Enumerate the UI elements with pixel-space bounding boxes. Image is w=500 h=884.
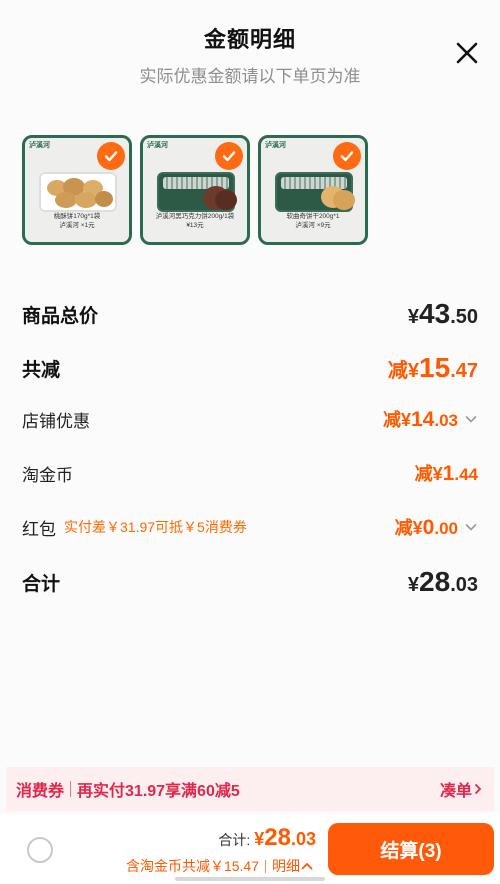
shop-discount-row[interactable]: 店铺优惠 减 ¥ 14 .03	[22, 406, 478, 432]
shop-discount-label: 店铺优惠	[22, 411, 90, 431]
taojinbi-amount: 减 ¥ 1 .44	[414, 462, 478, 485]
product-image	[275, 172, 355, 212]
checkout-bar: 合计: ¥ 28 .03 含淘金币共减￥15.47 明细 结算(3)	[0, 814, 500, 884]
product-brand: 泸溪河	[29, 142, 50, 149]
summary-divider	[265, 859, 266, 873]
product-brand: 泸溪河	[265, 142, 286, 149]
coupon-divider	[70, 781, 72, 797]
goods-total-amount: ¥ 43 .50	[407, 298, 478, 329]
total-reduce-amount: 减 ¥ 15 .47	[387, 352, 478, 383]
product-thumbnail[interactable]: 泸溪河 泸溪河黑巧克力饼200g/1袋 ¥13元	[140, 135, 250, 245]
hongbao-note: 实付差￥31.97可抵￥5消费券	[64, 519, 247, 535]
product-brand: 泸溪河	[147, 142, 168, 149]
hongbao-label-group: 红包 实付差￥31.97可抵￥5消费券	[22, 515, 247, 540]
product-image	[39, 172, 117, 212]
sum-row: 合计 ¥ 28 .03	[22, 566, 478, 598]
sheet-header: 金额明细 实际优惠金额请以下单页为准	[0, 22, 500, 87]
coupon-bar: 消费券 再实付31.97享满60减5 凑单	[6, 767, 494, 811]
hongbao-label: 红包	[22, 519, 56, 539]
sum-label: 合计	[22, 573, 61, 595]
check-icon	[340, 151, 354, 162]
home-indicator	[175, 877, 325, 881]
coudan-link[interactable]: 凑单	[440, 777, 484, 801]
discount-summary-text: 含淘金币共减￥15.47	[125, 858, 259, 874]
product-image	[157, 172, 237, 212]
detail-toggle[interactable]: 明细	[272, 856, 314, 876]
sheet-subtitle: 实际优惠金额请以下单页为准	[139, 67, 361, 86]
hongbao-row[interactable]: 红包 实付差￥31.97可抵￥5消费券 减 ¥ 0 .00	[22, 514, 478, 540]
goods-total-label: 商品总价	[22, 305, 99, 327]
product-thumbnail[interactable]: 泸溪河 桃酥饼170g*1袋 泸溪河 ×1元	[22, 135, 132, 245]
chevron-down-icon	[465, 416, 477, 423]
selected-check[interactable]	[333, 142, 361, 170]
total-label: 合计:	[218, 832, 251, 848]
total-reduce-label: 共减	[22, 359, 61, 381]
coudan-label: 凑单	[439, 783, 472, 800]
discount-summary: 含淘金币共减￥15.47 明细	[126, 856, 314, 876]
amount-detail-sheet: 金额明细 实际优惠金额请以下单页为准 泸溪河 桃酥饼170g*1袋 泸溪河 ×1…	[0, 0, 500, 884]
checkout-button[interactable]: 结算(3)	[328, 823, 494, 875]
taojinbi-label: 淘金币	[22, 465, 73, 485]
taojinbi-row: 淘金币 减 ¥ 1 .44	[22, 460, 478, 486]
detail-label: 明细	[272, 858, 300, 874]
shop-discount-amount: 减 ¥ 14 .03	[383, 406, 478, 432]
chevron-down-icon	[465, 524, 477, 531]
total-value: ¥ 28 .03	[254, 824, 316, 851]
product-thumbnails: 泸溪河 桃酥饼170g*1袋 泸溪河 ×1元 泸溪河 泸溪河黑巧克力饼200g/…	[22, 135, 368, 245]
goods-total-row: 商品总价 ¥ 43 .50	[22, 298, 478, 330]
chevron-right-icon	[475, 784, 482, 794]
product-caption: 泸溪河黑巧克力饼200g/1袋 ¥13元	[155, 213, 235, 229]
close-button[interactable]	[450, 36, 484, 70]
select-all-radio[interactable]	[27, 837, 53, 863]
product-caption: 桃酥饼170g*1袋 泸溪河 ×1元	[53, 213, 101, 229]
coupon-text: 再实付31.97享满60减5	[77, 783, 240, 800]
chevron-up-icon	[301, 862, 313, 870]
total-line: 合计: ¥ 28 .03	[218, 824, 316, 852]
total-reduce-row: 共减 减 ¥ 15 .47	[22, 352, 478, 384]
check-icon	[222, 151, 236, 162]
hongbao-amount: 减 ¥ 0 .00	[395, 514, 478, 540]
product-caption: 软曲奇饼干200g*1 泸溪河 ×9元	[286, 213, 340, 229]
sum-amount: ¥ 28 .03	[407, 566, 478, 597]
check-icon	[104, 151, 118, 162]
selected-check[interactable]	[215, 142, 243, 170]
sheet-title: 金额明细	[203, 27, 296, 52]
selected-check[interactable]	[97, 142, 125, 170]
coupon-tag: 消费券	[16, 783, 65, 800]
close-icon	[456, 42, 478, 64]
product-thumbnail[interactable]: 泸溪河 软曲奇饼干200g*1 泸溪河 ×9元	[258, 135, 368, 245]
